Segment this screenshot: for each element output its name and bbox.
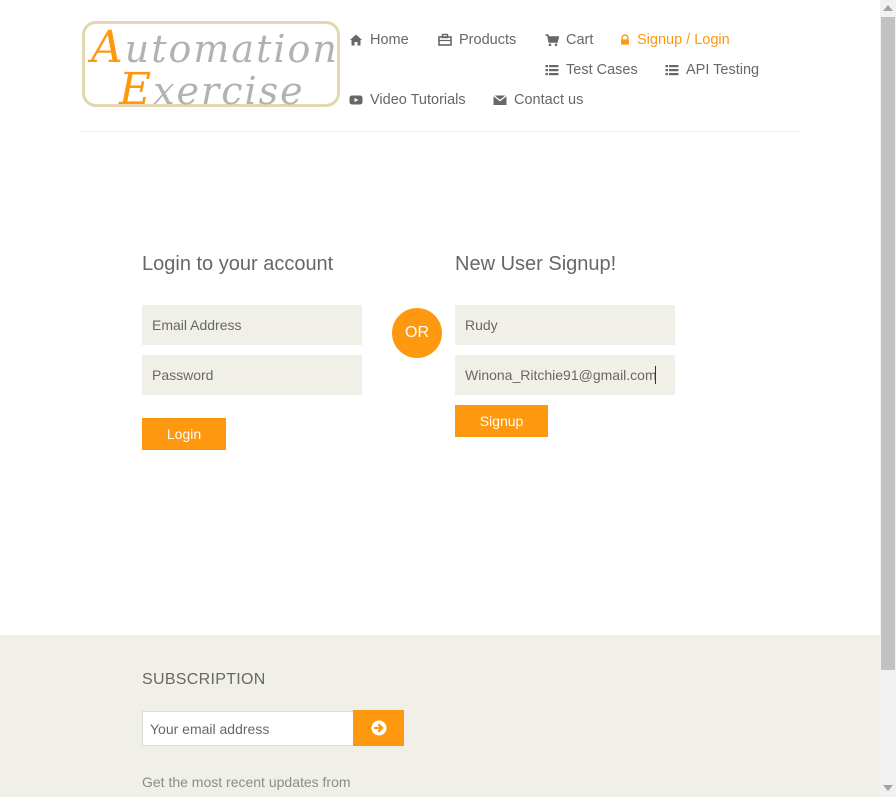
nav-signup-login-label: Signup / Login xyxy=(637,32,730,48)
footer xyxy=(0,635,880,797)
logo-cap-e: E xyxy=(119,64,154,115)
site-logo[interactable]: Automation Exercise xyxy=(82,21,340,115)
header-divider xyxy=(80,131,800,132)
arrow-circle-right-icon xyxy=(371,720,386,736)
lock-icon xyxy=(621,34,629,45)
logo-text-2: xercise xyxy=(153,69,305,113)
home-icon xyxy=(350,34,362,46)
nav-products-label: Products xyxy=(459,32,517,48)
or-divider: OR xyxy=(392,308,442,358)
subscription-email-input[interactable] xyxy=(142,711,354,746)
signup-title: New User Signup! xyxy=(455,253,617,275)
nav-video-tutorials-label: Video Tutorials xyxy=(370,92,466,108)
envelope-icon xyxy=(493,94,507,105)
briefcase-icon xyxy=(438,33,452,46)
subscription-title: SUBSCRIPTION xyxy=(142,671,266,688)
nav-test-cases[interactable]: Test Cases xyxy=(545,62,638,78)
login-button[interactable]: Login xyxy=(142,418,226,450)
signup-button[interactable]: Signup xyxy=(455,405,548,437)
scroll-up-icon[interactable] xyxy=(883,5,893,11)
login-password-input[interactable] xyxy=(142,355,362,395)
nav-contact-us-label: Contact us xyxy=(514,92,584,108)
subscription-description: Get the most recent updates from xyxy=(142,774,351,790)
nav-signup-login[interactable]: Signup / Login xyxy=(620,32,730,48)
subscribe-button[interactable] xyxy=(353,710,404,746)
nav-api-testing-label: API Testing xyxy=(686,62,760,78)
nav-cart-label: Cart xyxy=(566,32,594,48)
youtube-icon xyxy=(349,95,363,105)
nav-contact-us[interactable]: Contact us xyxy=(493,92,583,108)
nav-products[interactable]: Products xyxy=(438,32,516,48)
cart-icon xyxy=(545,34,559,47)
nav-test-cases-label: Test Cases xyxy=(566,62,638,78)
list-icon xyxy=(665,65,679,76)
nav-home-label: Home xyxy=(370,32,409,48)
signup-email-input[interactable] xyxy=(455,355,675,395)
login-email-input[interactable] xyxy=(142,305,362,345)
scroll-down-icon[interactable] xyxy=(883,785,893,791)
scrollbar-thumb[interactable] xyxy=(881,17,895,670)
nav-video-tutorials[interactable]: Video Tutorials xyxy=(349,92,466,108)
nav-home[interactable]: Home xyxy=(349,32,409,48)
signup-name-input[interactable] xyxy=(455,305,675,345)
text-cursor xyxy=(655,366,656,384)
logo-line-2: Exercise xyxy=(119,64,305,115)
nav-cart[interactable]: Cart xyxy=(545,32,593,48)
list-icon xyxy=(545,65,559,76)
nav-api-testing[interactable]: API Testing xyxy=(665,62,759,78)
login-title: Login to your account xyxy=(142,253,334,275)
